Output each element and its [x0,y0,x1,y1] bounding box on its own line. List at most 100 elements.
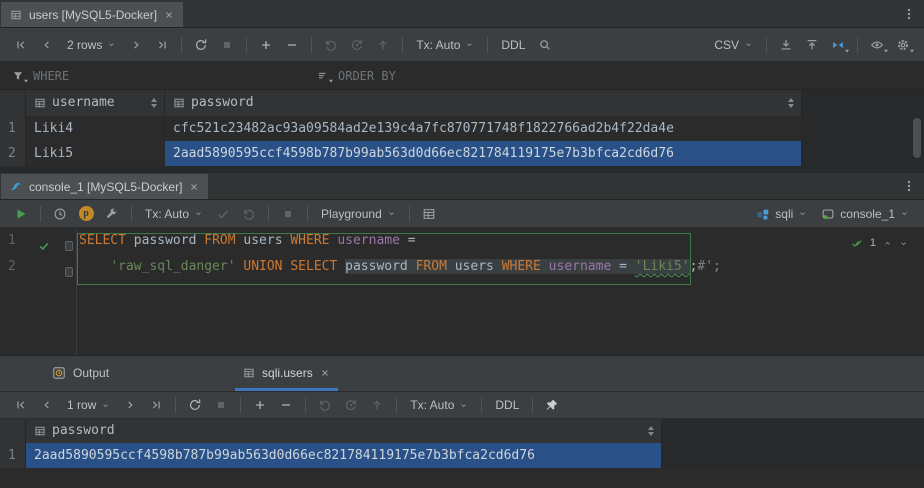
session-switcher[interactable]: console_1 [814,202,916,226]
rollback-button[interactable] [338,393,364,417]
cell-username[interactable]: Liki4 [26,116,165,141]
column-label: password [191,90,254,116]
ddl-button[interactable]: DDL [488,393,526,417]
where-filter-input[interactable]: WHERE [0,62,305,89]
export-format-dropdown[interactable]: CSV [707,33,760,57]
grid-corner[interactable] [0,90,26,116]
divider [532,397,533,413]
grid-header-row: username password [0,90,924,116]
rollback-button[interactable] [344,33,370,57]
tab-output[interactable]: Output [44,358,117,391]
reload-button[interactable] [182,393,208,417]
delete-row-button[interactable] [273,393,299,417]
first-page-button[interactable] [8,393,34,417]
stop-button[interactable] [214,33,240,57]
view-options-button[interactable] [864,33,890,57]
reload-button[interactable] [188,33,214,57]
column-icon [173,97,185,109]
first-page-button[interactable] [8,33,34,57]
close-icon[interactable] [189,182,199,192]
previous-page-button[interactable] [34,393,60,417]
console-toolbar: Tx: Auto Playground sqli console_1 [0,200,924,228]
inspection-widget[interactable]: 1 [851,237,908,249]
page-size-dropdown[interactable]: 2 rows [60,33,123,57]
vertical-scrollbar[interactable] [913,118,921,158]
tab-title: users [MySQL5-Docker] [29,8,157,22]
previous-problem-icon[interactable] [883,239,892,248]
playground-mode-dropdown[interactable]: Playground [314,202,403,226]
page-size-dropdown[interactable]: 1 row [60,393,117,417]
cell-password-selected[interactable]: 2aad5890595ccf4598b787b99ab563d0d66ec821… [165,141,802,166]
tx-mode-label: Tx: Auto [416,38,460,52]
fold-marker-icon[interactable] [65,267,73,277]
customize-button[interactable] [99,202,125,226]
column-header-password[interactable]: password [26,419,662,443]
data-editor-panel: users [MySQL5-Docker] 2 rows Tx: Auto [0,0,924,173]
export-data-button[interactable] [773,33,799,57]
history-button[interactable] [47,202,73,226]
cell-password[interactable]: cfc521c23482ac93a09584ad2e139c4a7fc87077… [165,116,802,141]
tab-sqli-users[interactable]: sqli.users [235,358,338,391]
grid-corner[interactable] [0,419,26,443]
next-problem-icon[interactable] [899,239,908,248]
divider [409,206,410,222]
commit-button[interactable] [210,202,236,226]
column-header-username[interactable]: username [26,90,165,116]
parameters-button[interactable] [73,202,99,226]
sort-arrows-icon [788,98,794,108]
sort-arrows-icon [648,426,654,436]
last-page-button[interactable] [149,33,175,57]
compare-button[interactable] [825,33,851,57]
schema-switcher[interactable]: sqli [749,202,814,226]
revert-button[interactable] [312,393,338,417]
run-button[interactable] [8,202,34,226]
next-page-button[interactable] [117,393,143,417]
next-page-button[interactable] [123,33,149,57]
tab-console[interactable]: console_1 [MySQL5-Docker] [1,174,208,199]
pin-tab-button[interactable] [539,393,565,417]
previous-page-button[interactable] [34,33,60,57]
tx-mode-dropdown[interactable]: Tx: Auto [403,393,475,417]
revert-button[interactable] [318,33,344,57]
rollback-button[interactable] [236,202,262,226]
close-icon[interactable] [164,10,174,20]
kebab-menu-icon[interactable] [902,7,916,21]
tx-mode-dropdown[interactable]: Tx: Auto [409,33,481,57]
stop-button[interactable] [275,202,301,226]
tab-users-table[interactable]: users [MySQL5-Docker] [1,2,183,27]
column-header-password[interactable]: password [165,90,802,116]
add-row-button[interactable] [247,393,273,417]
sql-editor[interactable]: 1SELECT password FROM users WHERE userna… [0,228,924,355]
table-row: 1 Liki4 cfc521c23482ac93a09584ad2e139c4a… [0,116,924,141]
add-row-button[interactable] [253,33,279,57]
ddl-button[interactable]: DDL [494,33,532,57]
settings-button[interactable] [890,33,916,57]
divider [311,37,312,53]
services-tool-window: Output sqli.users 1 row T [0,355,924,488]
delete-row-button[interactable] [279,33,305,57]
row-number[interactable]: 1 [0,443,26,468]
last-page-button[interactable] [143,393,169,417]
row-number[interactable]: 2 [0,141,26,166]
tx-mode-dropdown[interactable]: Tx: Auto [138,202,210,226]
search-button[interactable] [532,33,558,57]
import-data-button[interactable] [799,33,825,57]
cell-password-selected[interactable]: 2aad5890595ccf4598b787b99ab563d0d66ec821… [26,443,662,468]
row-number[interactable]: 1 [0,116,26,141]
triangle-down-icon [327,77,335,85]
divider [175,397,176,413]
output-mode-button[interactable] [416,202,442,226]
close-icon[interactable] [320,368,330,378]
submit-button[interactable] [364,393,390,417]
stop-button[interactable] [208,393,234,417]
grid-empty-area [662,443,924,468]
cell-username[interactable]: Liki5 [26,141,165,166]
code-line[interactable]: 1SELECT password FROM users WHERE userna… [0,233,924,259]
kebab-menu-icon[interactable] [902,179,916,193]
divider [246,37,247,53]
triangle-down-icon [22,77,30,85]
code-line[interactable]: 2 'raw_sql_danger' UNION SELECT password… [0,259,924,285]
fold-marker-icon[interactable] [65,241,73,251]
order-by-input[interactable]: ORDER BY [305,62,924,89]
submit-button[interactable] [370,33,396,57]
